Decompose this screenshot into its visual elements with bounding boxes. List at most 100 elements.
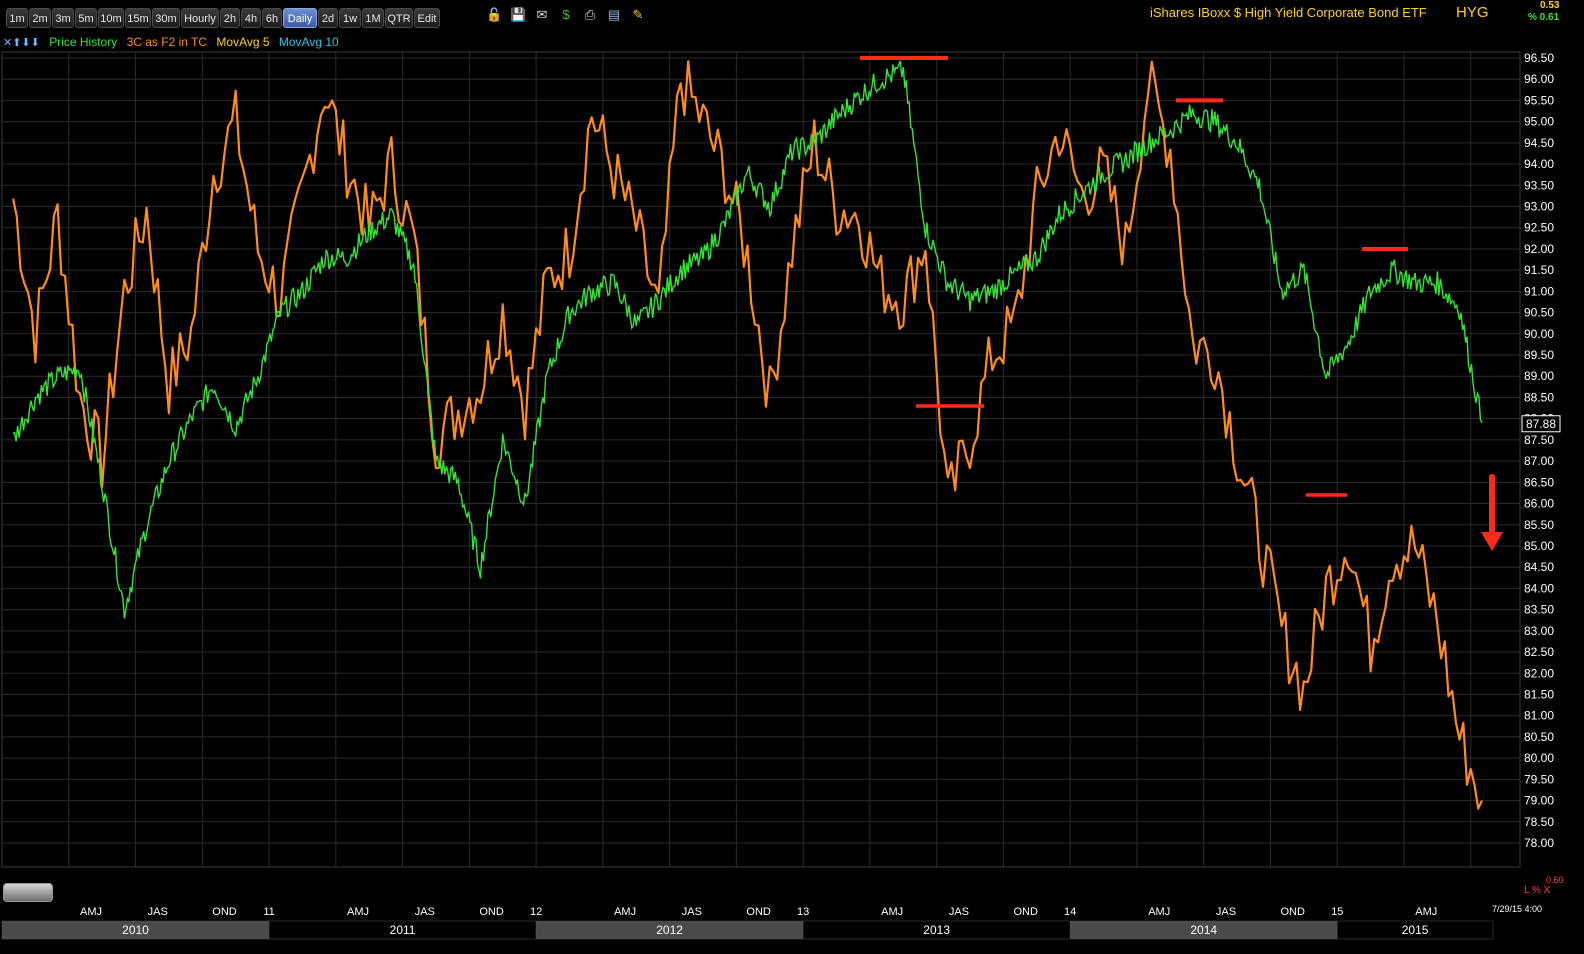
y-tick-label: 93.00 bbox=[1524, 200, 1554, 214]
x-tick-label: 15 bbox=[1331, 906, 1343, 918]
timeframe-30m-button[interactable]: 30m bbox=[152, 8, 180, 28]
timeframe-1m-button[interactable]: 1M bbox=[362, 8, 384, 28]
x-tick-label: JAS bbox=[682, 906, 702, 918]
y-tick-label: 86.50 bbox=[1524, 475, 1554, 489]
y-tick-label: 87.00 bbox=[1524, 454, 1554, 468]
timeframe-5m-button[interactable]: 5m bbox=[75, 8, 97, 28]
y-tick-label: 80.00 bbox=[1524, 751, 1554, 765]
lock-icon[interactable]: 🔓 bbox=[486, 7, 502, 23]
y-tick-label: 92.00 bbox=[1524, 242, 1554, 256]
y-tick-label: 78.00 bbox=[1524, 836, 1554, 850]
mail-icon[interactable]: ✉ bbox=[534, 7, 550, 23]
year-label: 2012 bbox=[656, 923, 683, 937]
timeframe-1w-button[interactable]: 1w bbox=[339, 8, 361, 28]
timeframe-6h-button[interactable]: 6h bbox=[262, 8, 282, 28]
percent-change-top: 0.53 bbox=[1540, 0, 1560, 11]
symbol-title: iShares IBoxx $ High Yield Corporate Bon… bbox=[1150, 5, 1427, 20]
x-tick-label: AMJ bbox=[1148, 906, 1170, 918]
y-tick-label: 80.50 bbox=[1524, 730, 1554, 744]
plot-frame bbox=[1, 51, 1521, 868]
x-tick-label: 13 bbox=[797, 906, 809, 918]
timeframe-15m-button[interactable]: 15m bbox=[125, 8, 151, 28]
x-tick-label: JAS bbox=[148, 906, 168, 918]
timeframe-4h-button[interactable]: 4h bbox=[241, 8, 261, 28]
y-tick-label: 89.50 bbox=[1524, 348, 1554, 362]
y-tick-label: 91.50 bbox=[1524, 263, 1554, 277]
legend-ma5[interactable]: MovAvg 5 bbox=[216, 35, 269, 49]
year-label: 2010 bbox=[122, 923, 149, 937]
y-tick-label: 78.50 bbox=[1524, 815, 1554, 829]
y-tick-label: 85.50 bbox=[1524, 518, 1554, 532]
x-tick-label: JAS bbox=[1216, 906, 1236, 918]
dollar-icon[interactable]: $ bbox=[558, 7, 574, 23]
scroll-thumb[interactable] bbox=[3, 883, 53, 902]
y-tick-label: 90.00 bbox=[1524, 327, 1554, 341]
y-tick-label: 94.50 bbox=[1524, 136, 1554, 150]
legend-price[interactable]: Price History bbox=[49, 35, 117, 49]
legend-ma10[interactable]: MovAvg 10 bbox=[279, 35, 339, 49]
y-tick-label: 89.00 bbox=[1524, 369, 1554, 383]
timeframe-2m-button[interactable]: 2m bbox=[29, 8, 51, 28]
y-tick-label: 91.00 bbox=[1524, 284, 1554, 298]
y-tick-label: 85.00 bbox=[1524, 539, 1554, 553]
legend-arrows[interactable]: ✕⬆⬇⬇ bbox=[3, 37, 40, 49]
y-tick-label: 84.50 bbox=[1524, 560, 1554, 574]
pencil-icon[interactable]: ✎ bbox=[630, 7, 646, 23]
timeframe-2d-button[interactable]: 2d bbox=[318, 8, 338, 28]
print-icon[interactable]: ⎙ bbox=[582, 7, 598, 23]
timeframe-daily-button[interactable]: Daily bbox=[283, 8, 317, 28]
x-tick-label: OND bbox=[746, 906, 771, 918]
timeframe-10m-button[interactable]: 10m bbox=[98, 8, 124, 28]
y-tick-label: 96.50 bbox=[1524, 51, 1554, 65]
y-tick-label: 88.50 bbox=[1524, 390, 1554, 404]
footer-mode[interactable]: L % X bbox=[1524, 885, 1550, 896]
y-tick-label: 93.50 bbox=[1524, 178, 1554, 192]
x-tick-label: AMJ bbox=[1415, 906, 1437, 918]
x-tick-label: AMJ bbox=[347, 906, 369, 918]
timeframe-1m-button[interactable]: 1m bbox=[6, 8, 28, 28]
y-tick-label: 81.50 bbox=[1524, 687, 1554, 701]
legend: ✕⬆⬇⬇ Price History 3C as F2 in TC MovAvg… bbox=[3, 35, 345, 49]
timeframe-3m-button[interactable]: 3m bbox=[52, 8, 74, 28]
y-tick-label: 79.50 bbox=[1524, 772, 1554, 786]
y-tick-label: 83.00 bbox=[1524, 624, 1554, 638]
save-icon[interactable]: 💾 bbox=[510, 7, 526, 23]
footer-value: 0.60 bbox=[1546, 875, 1564, 885]
y-axis: 96.50 96.00 95.50 95.00 94.50 94.00 93.50 93.00… bbox=[1521, 51, 1561, 850]
year-label: 2011 bbox=[390, 923, 416, 937]
x-tick-label: OND bbox=[479, 906, 504, 918]
x-tick-label: AMJ bbox=[80, 906, 102, 918]
x-tick-label: OND bbox=[1013, 906, 1038, 918]
series-3c-indicator bbox=[12, 60, 1483, 810]
year-bar: 2010 2011 2012 2013 2014 2015 bbox=[1, 920, 1494, 940]
series-price-history bbox=[12, 60, 1483, 619]
year-label: 2015 bbox=[1402, 923, 1429, 937]
y-tick-label: 94.00 bbox=[1524, 157, 1554, 171]
y-tick-label: 96.00 bbox=[1524, 72, 1554, 86]
card-icon[interactable]: ▤ bbox=[606, 7, 622, 23]
y-tick-label: 81.00 bbox=[1524, 709, 1554, 723]
x-tick-label: OND bbox=[212, 906, 237, 918]
y-tick-label: 83.50 bbox=[1524, 603, 1554, 617]
x-tick-label: 14 bbox=[1064, 906, 1076, 918]
down-arrow-icon bbox=[1481, 532, 1503, 551]
percent-change-bottom: % 0.61 bbox=[1528, 12, 1560, 23]
y-tick-label: 82.00 bbox=[1524, 666, 1554, 680]
x-tick-label: JAS bbox=[415, 906, 435, 918]
footer-date: 7/29/15 4:00 bbox=[1492, 904, 1543, 914]
y-tick-label: 84.00 bbox=[1524, 581, 1554, 595]
legend-indicator[interactable]: 3C as F2 in TC bbox=[127, 35, 207, 49]
symbol-label: HYG bbox=[1456, 4, 1489, 21]
timeframe-2h-button[interactable]: 2h bbox=[220, 8, 240, 28]
x-tick-label: 11 bbox=[263, 906, 274, 918]
timeframe-edit-button[interactable]: Edit bbox=[414, 8, 440, 28]
y-tick-label: 87.50 bbox=[1524, 433, 1554, 447]
x-tick-label: 12 bbox=[530, 906, 542, 918]
year-label: 2013 bbox=[923, 923, 950, 937]
grid bbox=[1, 52, 1520, 867]
x-tick-label: AMJ bbox=[614, 906, 636, 918]
timeframe-hourly-button[interactable]: Hourly bbox=[181, 8, 219, 28]
y-tick-label: 95.00 bbox=[1524, 115, 1554, 129]
timeframe-qtr-button[interactable]: QTR bbox=[385, 8, 413, 28]
y-tick-label: 82.50 bbox=[1524, 645, 1554, 659]
